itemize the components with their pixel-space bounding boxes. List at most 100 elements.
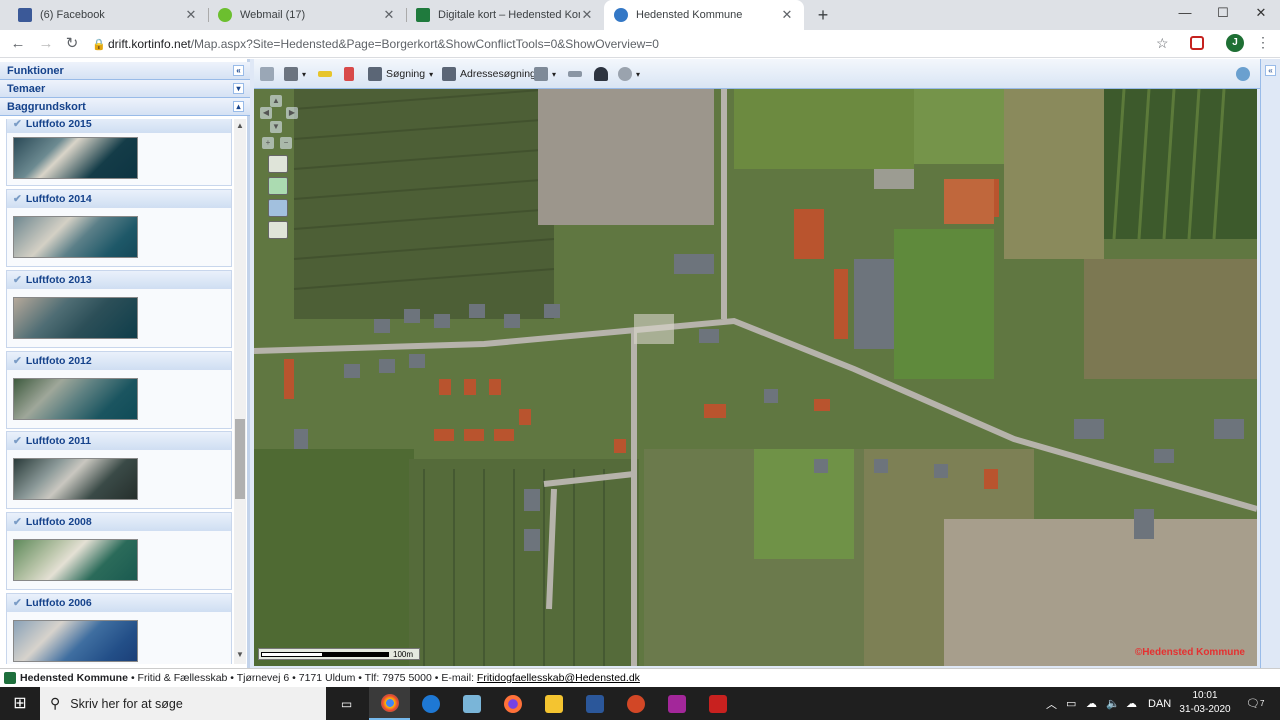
address-search-button[interactable]: Adressesøgning	[442, 66, 536, 82]
settings-button[interactable]: ▾	[618, 66, 640, 82]
expand-right-panel-icon[interactable]: «	[1265, 65, 1276, 76]
globe-button[interactable]	[1236, 66, 1254, 82]
onedrive-icon[interactable]: ☁	[1126, 687, 1137, 720]
help-button[interactable]	[260, 66, 278, 82]
tray-overflow-icon[interactable]: ︿	[1046, 687, 1057, 720]
taskbar-search-box[interactable]: ⚲ Skriv her for at søge	[40, 687, 326, 720]
taskbar-powerpoint[interactable]	[615, 687, 656, 720]
bg-map-label: ✔ Luftfoto 2012	[7, 352, 231, 370]
streetview-icon	[594, 67, 608, 81]
new-tab-button[interactable]: +	[814, 4, 832, 26]
panel-funktioner[interactable]: Funktioner «	[0, 62, 250, 80]
bg-map-item[interactable]: ✔ Luftfoto 2014	[6, 189, 232, 267]
link-icon	[568, 71, 582, 77]
check-icon: ✔	[13, 274, 22, 286]
taskbar-acrobat[interactable]	[697, 687, 738, 720]
locate-icon[interactable]	[268, 199, 288, 217]
measure-button[interactable]	[318, 66, 336, 82]
address-search-icon	[442, 67, 456, 81]
pan-south-icon[interactable]: ▼	[270, 121, 282, 133]
panel-baggrundskort[interactable]: Baggrundskort ▴	[0, 98, 250, 116]
maximize-button[interactable]: ☐	[1204, 0, 1242, 28]
taskbar-app[interactable]	[451, 687, 492, 720]
bg-map-thumbnail[interactable]	[13, 378, 138, 420]
bg-map-thumbnail[interactable]	[13, 297, 138, 339]
sidebar: Funktioner « Temaer ▾ Baggrundskort ▴ ✔ L…	[0, 59, 250, 668]
zoom-in-icon[interactable]: +	[262, 137, 274, 149]
link-button[interactable]	[568, 66, 586, 82]
browser-tab[interactable]: (6) Facebook ✕	[8, 0, 208, 30]
check-icon: ✔	[13, 355, 22, 367]
clear-icon[interactable]	[268, 221, 288, 239]
bg-map-thumbnail[interactable]	[13, 216, 138, 258]
bg-map-thumbnail[interactable]	[13, 620, 138, 662]
pan-east-icon[interactable]: ▶	[286, 107, 298, 119]
taskbar-firefox[interactable]	[492, 687, 533, 720]
task-view-icon[interactable]: ▭	[326, 687, 367, 720]
close-window-button[interactable]: ✕	[1242, 0, 1280, 28]
collapse-icon[interactable]: ▴	[233, 101, 244, 112]
browser-menu-icon[interactable]: ⋮	[1256, 34, 1270, 51]
taskbar-explorer[interactable]	[533, 687, 574, 720]
check-icon: ✔	[13, 193, 22, 205]
minimize-button[interactable]: —	[1166, 0, 1204, 28]
profile-avatar[interactable]: J	[1226, 34, 1244, 52]
bg-map-label: ✔ Luftfoto 2013	[7, 271, 231, 289]
pan-west-icon[interactable]: ◀	[260, 107, 272, 119]
bg-map-thumbnail[interactable]	[13, 458, 138, 500]
layers-button[interactable]: ▾	[534, 66, 556, 82]
zoom-out-icon[interactable]: −	[280, 137, 292, 149]
taskbar-chrome[interactable]	[369, 687, 410, 720]
bookmark-star-icon[interactable]: ☆	[1156, 35, 1169, 52]
taskbar-clock[interactable]: 10:01 31-03-2020	[1172, 689, 1238, 717]
grid-view-icon[interactable]	[268, 177, 288, 195]
scroll-down-icon[interactable]: ▼	[234, 650, 246, 662]
bg-map-item[interactable]: ✔ Luftfoto 2011	[6, 431, 232, 509]
bg-map-item[interactable]: ✔ Luftfoto 2012	[6, 351, 232, 429]
close-tab-icon[interactable]: ✕	[382, 7, 396, 23]
reload-button[interactable]: ↻	[62, 34, 82, 54]
bg-map-thumbnail[interactable]	[13, 137, 138, 179]
close-tab-icon[interactable]: ✕	[780, 7, 794, 23]
footer-email-link[interactable]: Fritidogfaellesskab@Hedensted.dk	[477, 672, 640, 684]
taskbar-app[interactable]	[656, 687, 697, 720]
panel-temaer[interactable]: Temaer ▾	[0, 80, 250, 98]
close-tab-icon[interactable]: ✕	[184, 7, 198, 23]
notifications-icon[interactable]: 🗨 7	[1246, 687, 1264, 720]
collapse-sidebar-icon[interactable]: «	[233, 65, 244, 76]
browser-tab-active[interactable]: Hedensted Kommune ✕	[604, 0, 804, 30]
bg-map-item[interactable]: ✔ Luftfoto 2008	[6, 512, 232, 590]
extension-icon[interactable]	[1190, 36, 1204, 50]
bg-map-item[interactable]: ✔ Luftfoto 2006	[6, 593, 232, 664]
scroll-up-icon[interactable]: ▲	[234, 121, 246, 133]
kortinfo-icon	[614, 8, 628, 22]
taskbar-word[interactable]	[574, 687, 615, 720]
windows-start-icon[interactable]: ⊞	[0, 687, 40, 720]
bg-map-thumbnail[interactable]	[13, 539, 138, 581]
home-extent-icon[interactable]	[268, 155, 288, 173]
edge-icon	[421, 694, 440, 713]
map-view[interactable]: ▲ ◀ ▶ ▼ + − 100m ©Hedensted Kommune	[254, 89, 1257, 666]
taskbar-edge[interactable]	[410, 687, 451, 720]
close-tab-icon[interactable]: ✕	[580, 7, 594, 23]
forward-button[interactable]: →	[36, 34, 56, 54]
sidebar-scrollbar[interactable]: ▲ ▼	[234, 119, 246, 664]
streetview-button[interactable]	[594, 66, 612, 82]
network-icon[interactable]: ▭	[1066, 687, 1076, 720]
address-bar[interactable]: 🔒 drift.kortinfo.net/Map.aspx?Site=Heden…	[92, 32, 1182, 56]
cloud-icon[interactable]: ☁	[1086, 687, 1097, 720]
pan-north-icon[interactable]: ▲	[270, 95, 282, 107]
browser-tab[interactable]: Digitale kort – Hedensted Komm ✕	[406, 0, 604, 30]
draw-button[interactable]	[344, 66, 358, 82]
back-button[interactable]: ←	[8, 34, 28, 54]
check-icon: ✔	[13, 597, 22, 609]
scrollbar-thumb[interactable]	[235, 419, 245, 499]
search-button[interactable]: Søgning ▾	[368, 66, 433, 82]
browser-tab[interactable]: Webmail (17) ✕	[208, 0, 406, 30]
bg-map-item[interactable]: ✔ Luftfoto 2015	[6, 119, 232, 186]
bg-map-item[interactable]: ✔ Luftfoto 2013	[6, 270, 232, 348]
print-button[interactable]: ▾	[284, 66, 306, 82]
language-indicator[interactable]: DAN	[1148, 687, 1171, 720]
expand-icon[interactable]: ▾	[233, 83, 244, 94]
volume-icon[interactable]: 🔈	[1106, 687, 1120, 720]
